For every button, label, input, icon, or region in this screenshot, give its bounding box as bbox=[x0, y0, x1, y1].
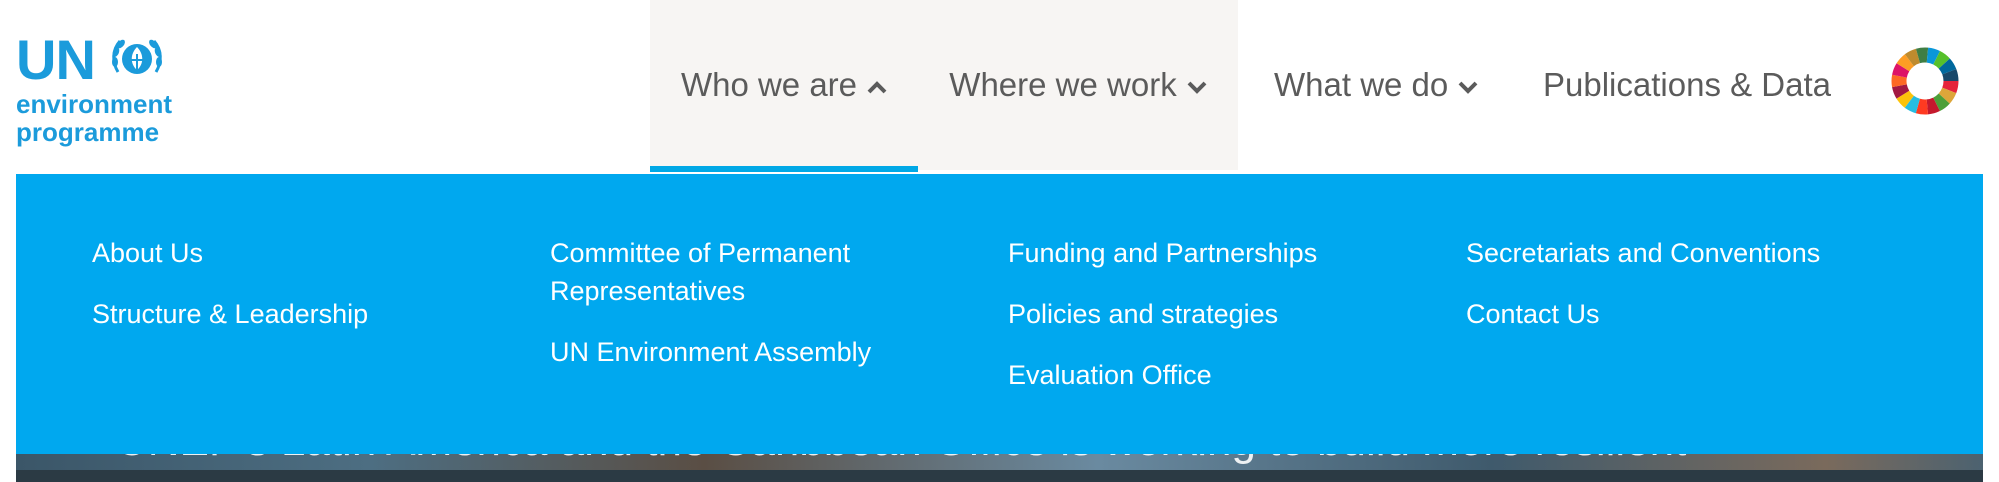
dropdown-column: Committee of Permanent Representatives U… bbox=[550, 234, 980, 394]
hero-bottom-strip bbox=[16, 470, 1983, 482]
logo-environment-text: environment bbox=[16, 89, 173, 119]
logo-un-text: UN bbox=[16, 28, 96, 91]
dropdown-column: Secretariats and Conventions Contact Us bbox=[1466, 234, 1896, 356]
un-emblem-icon bbox=[112, 39, 162, 74]
dropdown-link-secretariats-conventions[interactable]: Secretariats and Conventions bbox=[1466, 234, 1896, 272]
who-we-are-dropdown: About Us Structure & Leadership Committe… bbox=[16, 174, 1983, 454]
dropdown-link-un-environment-assembly[interactable]: UN Environment Assembly bbox=[550, 333, 980, 371]
nav-who-we-are-label: Who we are bbox=[680, 66, 858, 103]
dropdown-link-evaluation-office[interactable]: Evaluation Office bbox=[1008, 356, 1438, 394]
dropdown-column: About Us Structure & Leadership bbox=[92, 234, 522, 356]
nav-publications-data-label: Publications & Data bbox=[1543, 66, 1831, 103]
nav-who-we-are[interactable]: Who we are bbox=[650, 0, 918, 170]
unep-logo[interactable]: UN environment programme bbox=[16, 30, 186, 148]
nav-where-we-work[interactable]: Where we work bbox=[918, 0, 1238, 170]
logo-programme-text: programme bbox=[16, 117, 160, 147]
dropdown-link-committee[interactable]: Committee of Permanent Representatives bbox=[550, 234, 980, 310]
dropdown-link-funding-partnerships[interactable]: Funding and Partnerships bbox=[1008, 234, 1438, 272]
dropdown-link-contact-us[interactable]: Contact Us bbox=[1466, 295, 1896, 333]
site-header: UN environment programme Who we are Wher… bbox=[0, 0, 1999, 174]
dropdown-link-structure-leadership[interactable]: Structure & Leadership bbox=[92, 295, 522, 333]
dropdown-link-about-us[interactable]: About Us bbox=[92, 234, 522, 272]
nav-publications-data[interactable]: Publications & Data bbox=[1543, 0, 1831, 170]
dropdown-column: Funding and Partnerships Policies and st… bbox=[1008, 234, 1438, 417]
chevron-up-icon bbox=[867, 81, 887, 94]
active-nav-indicator bbox=[650, 166, 918, 172]
nav-what-we-do[interactable]: What we do bbox=[1274, 0, 1478, 170]
sdg-wheel-icon[interactable] bbox=[1890, 46, 1960, 116]
chevron-down-icon bbox=[1458, 81, 1478, 94]
nav-where-we-work-label: Where we work bbox=[949, 66, 1177, 103]
nav-what-we-do-label: What we do bbox=[1274, 66, 1449, 103]
dropdown-link-policies-strategies[interactable]: Policies and strategies bbox=[1008, 295, 1438, 333]
chevron-down-icon bbox=[1187, 81, 1207, 94]
